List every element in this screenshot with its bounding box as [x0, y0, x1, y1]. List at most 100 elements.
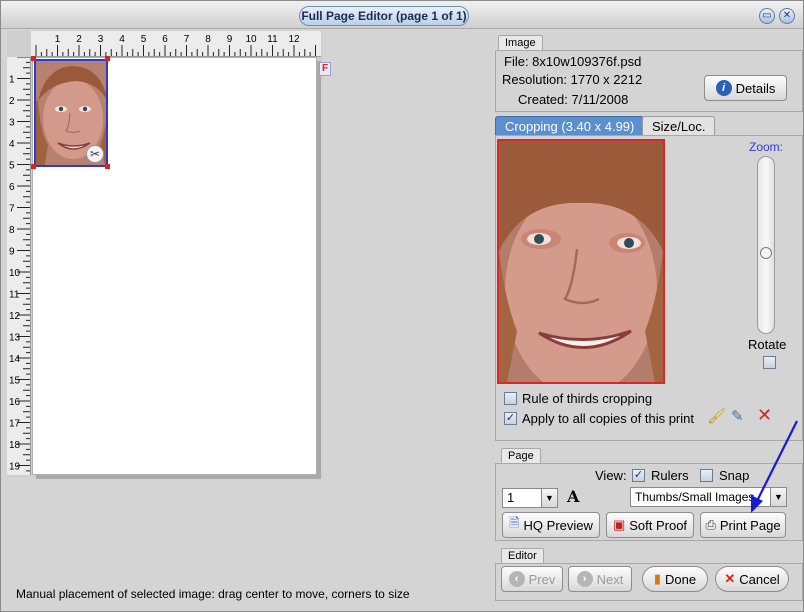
soft-proof-label: Soft Proof — [629, 517, 688, 533]
ruler-top-label: 2 — [76, 34, 82, 45]
ruler-left-label: 5 — [9, 161, 15, 172]
ruler-top-label: 8 — [205, 34, 211, 45]
prev-label: Prev — [528, 571, 556, 587]
crop-preview[interactable] — [497, 139, 665, 384]
zoom-slider[interactable] — [757, 156, 775, 334]
ruler-left: 12345678910111213141516171819 — [7, 57, 31, 475]
ruler-top-label: 7 — [184, 34, 190, 45]
created-date: Created: 7/11/2008 — [518, 92, 629, 107]
snap-checkbox[interactable] — [700, 469, 713, 482]
page-flag-icon[interactable]: F — [319, 62, 331, 76]
chevron-down-icon[interactable]: ▼ — [541, 489, 557, 507]
cancel-label: Cancel — [739, 571, 780, 587]
page-sheet[interactable]: ✂ — [31, 56, 317, 475]
rulers-checkbox[interactable]: ✓ — [632, 469, 645, 482]
close-icon[interactable]: ✕ — [779, 8, 795, 24]
print-page-label: Print Page — [719, 517, 781, 533]
page-group-label: Page — [501, 448, 541, 463]
cancel-x-icon: ✕ — [724, 571, 736, 586]
ruler-left-label: 2 — [9, 96, 15, 107]
ruler-top-label: 1 — [55, 34, 61, 45]
copies-select[interactable]: 1 ▼ — [502, 488, 558, 508]
ruler-left-label: 17 — [9, 419, 21, 430]
crop-preview-image — [499, 141, 663, 382]
annotation-arrow — [751, 420, 798, 513]
resize-handle-bottom-left[interactable] — [31, 164, 36, 169]
ruler-top-label: 3 — [98, 34, 104, 45]
ruler-top: 1 2 3 4 5 6 7 8 9 10 11 12 — [31, 31, 321, 57]
ruler-left-label: 13 — [9, 333, 21, 344]
minimize-icon[interactable]: ▭ — [759, 8, 775, 24]
full-page-editor-window: Full Page Editor (page 1 of 1) ▭ ✕ 12345… — [0, 0, 804, 612]
ruler-left-label: 1 — [9, 75, 15, 86]
details-label: Details — [735, 80, 776, 96]
ruler-left-label: 16 — [9, 397, 21, 408]
ruler-left-label: 19 — [9, 462, 21, 473]
zoom-label: Zoom: — [749, 140, 784, 154]
text-tool-icon[interactable]: A — [567, 487, 579, 506]
view-label: View: — [595, 468, 627, 483]
soft-proof-button[interactable]: ▣ Soft Proof — [606, 512, 694, 538]
tab-cropping[interactable]: Cropping (3.40 x 4.99) — [495, 116, 645, 136]
ruler-left-label: 8 — [9, 225, 15, 236]
ruler-left-label: 4 — [9, 139, 15, 150]
printer-icon: ⎙ — [705, 517, 716, 532]
placed-image[interactable]: ✂ — [34, 59, 108, 167]
next-button[interactable]: › Next — [568, 566, 632, 592]
resolution: Resolution: 1770 x 2212 — [502, 72, 643, 87]
cancel-button[interactable]: ✕ Cancel — [715, 566, 789, 592]
resize-handle-top-right[interactable] — [105, 56, 110, 61]
resize-handle-bottom-right[interactable] — [105, 164, 110, 169]
image-group-label: Image — [498, 35, 543, 50]
apply-all-checkbox[interactable]: ✓ — [504, 412, 517, 425]
tab-size-loc[interactable]: Size/Loc. — [642, 116, 716, 136]
rotate-toggle[interactable] — [763, 356, 776, 369]
ruler-left-label: 15 — [9, 376, 21, 387]
rotate-label: Rotate — [748, 337, 787, 352]
ruler-left-label: 6 — [9, 182, 15, 193]
ruler-left-label: 18 — [9, 440, 21, 451]
door-exit-icon: ▮ — [653, 571, 662, 586]
page-canvas-area: 1 2 3 4 5 6 7 8 9 10 11 12 1 2 3 4 5 6 7 8 9 10 11 12 13 14 15 16 1… — [7, 31, 323, 477]
window-title: Full Page Editor (page 1 of 1) — [299, 6, 469, 26]
ruler-left-label: 11 — [9, 290, 20, 301]
ruler-left-label: 14 — [9, 354, 21, 365]
ruler-top-label: 6 — [162, 34, 168, 45]
title-bar: Full Page Editor (page 1 of 1) ▭ ✕ — [1, 1, 803, 29]
rule-of-thirds-checkbox[interactable] — [504, 392, 517, 405]
ruler-top-label: 11 — [267, 34, 278, 45]
ruler-top-label: 9 — [227, 34, 233, 45]
print-page-button[interactable]: ⎙ Print Page — [700, 512, 786, 538]
ruler-top-label: 10 — [245, 34, 257, 45]
file-name: File: 8x10w109376f.psd — [504, 54, 642, 69]
status-text: Manual placement of selected image: drag… — [16, 587, 410, 601]
ruler-left-label: 3 — [9, 118, 15, 129]
done-button[interactable]: ▮ Done — [642, 566, 708, 592]
prev-arrow-icon: ‹ — [508, 571, 525, 587]
ruler-top-label: 4 — [119, 34, 125, 45]
zoom-slider-thumb[interactable] — [760, 247, 772, 259]
hq-preview-button[interactable]: 🗎 HQ Preview — [502, 512, 600, 538]
copies-value: 1 — [507, 490, 515, 505]
hq-preview-label: HQ Preview — [523, 517, 593, 533]
done-label: Done — [665, 571, 697, 587]
ruler-top-label: 12 — [288, 34, 300, 45]
details-button[interactable]: i Details — [704, 75, 787, 101]
rulers-label: Rulers — [651, 468, 689, 483]
ruler-top-label: 5 — [141, 34, 147, 45]
info-icon: i — [715, 80, 732, 96]
ruler-corner — [7, 31, 31, 57]
prev-button[interactable]: ‹ Prev — [501, 566, 563, 592]
ruler-left-label: 9 — [9, 247, 15, 258]
apply-all-label: Apply to all copies of this print — [522, 411, 694, 426]
ruler-left-label: 10 — [9, 268, 21, 279]
crop-scissors-icon[interactable]: ✂ — [86, 145, 104, 163]
next-label: Next — [596, 571, 624, 587]
preview-icon: 🗎 — [509, 515, 520, 530]
ruler-left-label: 12 — [9, 311, 21, 322]
paint-roller-icon[interactable]: 🖌 — [707, 407, 726, 425]
resize-handle-top-left[interactable] — [31, 56, 36, 61]
quality-value: Thumbs/Small Images — [635, 490, 755, 504]
ruler-left-label: 7 — [9, 204, 15, 215]
rule-of-thirds-label: Rule of thirds cropping — [522, 391, 653, 406]
